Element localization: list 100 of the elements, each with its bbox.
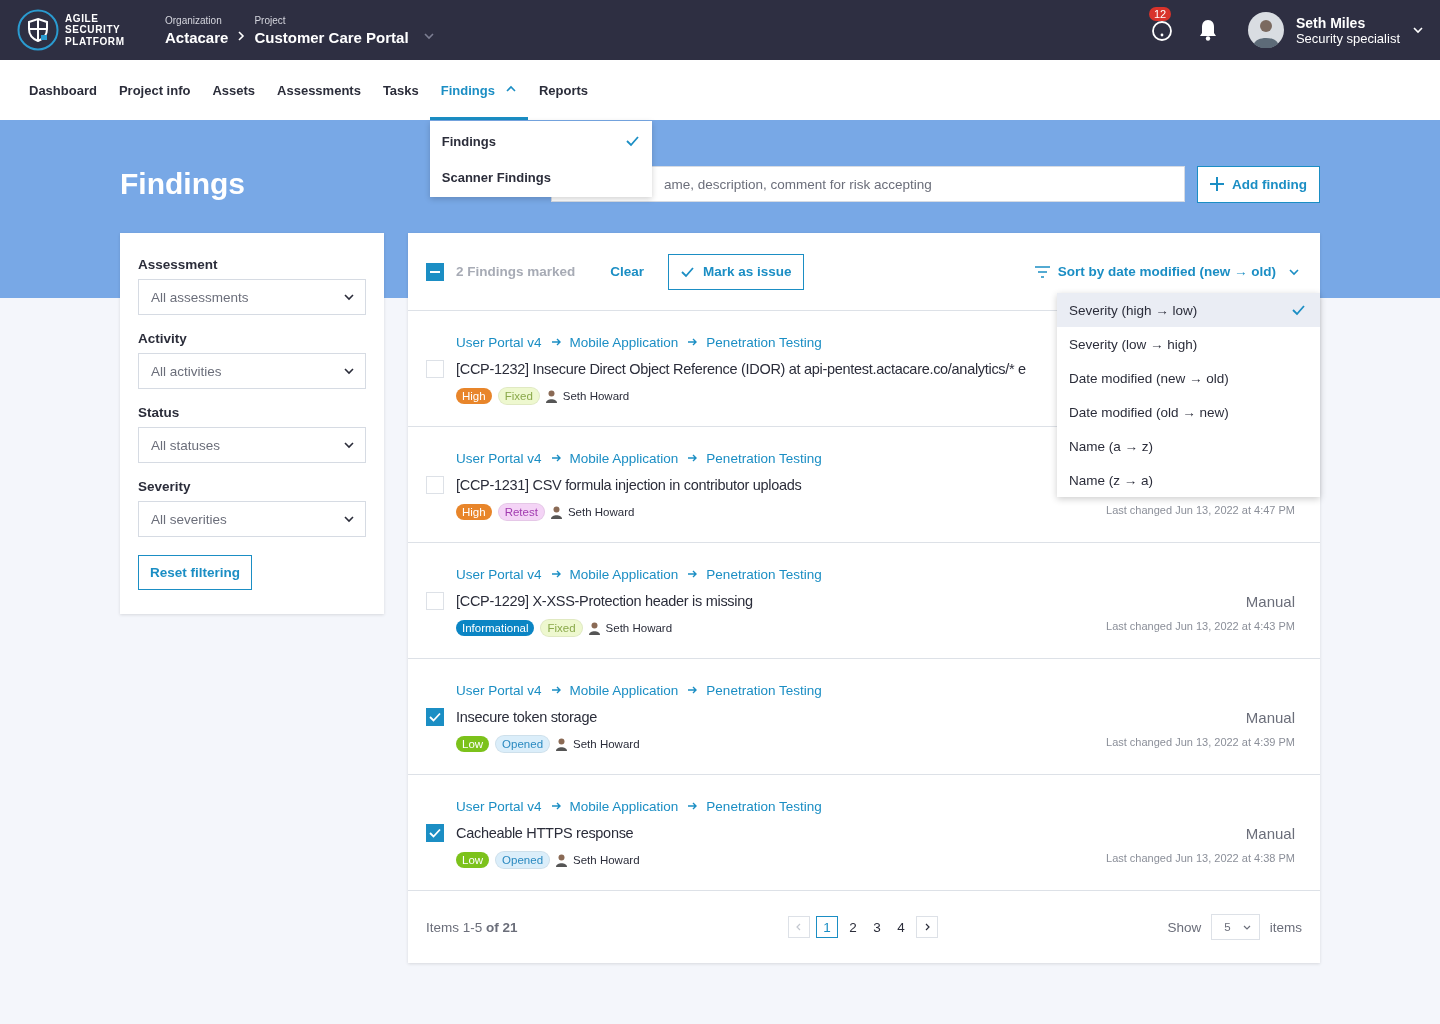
user-role: Security specialist xyxy=(1295,30,1400,46)
finding-title[interactable]: Insecure token storage xyxy=(456,709,1094,729)
assignee-name: Seth Howard xyxy=(567,506,635,518)
row-checkbox[interactable] xyxy=(426,708,444,726)
page-button[interactable]: 1 xyxy=(816,916,838,938)
nav-tab[interactable]: Tasks xyxy=(371,60,430,120)
chevron-down-icon xyxy=(343,513,355,525)
filter-icon xyxy=(1034,265,1050,278)
finding-title[interactable]: [CCP-1229] X-XSS-Protection header is missing xyxy=(456,593,1094,613)
notification-badge: 12 xyxy=(1148,7,1172,21)
breadcrumb-link[interactable]: Penetration Testing xyxy=(706,682,822,698)
show-label: Show xyxy=(1167,919,1202,935)
breadcrumb-link[interactable]: Penetration Testing xyxy=(706,334,822,350)
add-finding-button[interactable]: Add finding xyxy=(1197,165,1320,203)
clear-link[interactable]: Clear xyxy=(610,264,645,279)
check-icon xyxy=(1291,303,1306,317)
breadcrumb-link[interactable]: User Portal v4 xyxy=(456,798,542,814)
select-all-checkbox[interactable] xyxy=(426,262,444,281)
assignee-name: Seth Howard xyxy=(562,390,630,402)
status-tag: Opened xyxy=(495,851,551,869)
finding-type: Manual xyxy=(1245,593,1295,612)
sort-option[interactable]: Date modified (new → old) xyxy=(1057,361,1320,395)
nav-tab[interactable]: Dashboard xyxy=(18,60,108,120)
page-title: Findings xyxy=(120,167,245,201)
chevron-right-icon xyxy=(236,29,247,42)
breadcrumb-link[interactable]: Mobile Application xyxy=(569,334,679,350)
breadcrumb-link[interactable]: Actacare xyxy=(165,28,229,46)
sort-option[interactable]: Date modified (old → new) xyxy=(1057,395,1320,429)
person-icon xyxy=(550,505,562,519)
next-page-button[interactable] xyxy=(916,916,938,938)
filter-dropdown[interactable]: All activities xyxy=(138,353,366,389)
sort-option[interactable]: Severity (high → low) xyxy=(1057,293,1320,327)
filter-dropdown[interactable]: All statuses xyxy=(138,427,366,463)
avatar xyxy=(1247,12,1284,48)
shield-logo-icon xyxy=(17,9,59,51)
breadcrumb-link[interactable]: Penetration Testing xyxy=(706,566,822,582)
last-changed-date: Last changed Jun 13, 2022 at 4:39 PM xyxy=(1106,736,1295,748)
arrow-right-icon xyxy=(687,453,698,463)
brand-name: AGILE SECURITY PLATFORM xyxy=(65,12,126,48)
severity-tag: Informational xyxy=(456,620,535,636)
bell-icon[interactable] xyxy=(1197,19,1218,41)
filter-label: Activity xyxy=(138,331,188,346)
sort-option[interactable]: Name (z → a) xyxy=(1057,463,1320,497)
nav-tab[interactable]: Project info xyxy=(107,60,202,120)
mark-as-issue-button[interactable]: Mark as issue xyxy=(668,253,804,290)
arrow-right-icon xyxy=(687,569,698,579)
breadcrumb-link[interactable]: Penetration Testing xyxy=(706,798,822,814)
sort-option[interactable]: Name (a → z) xyxy=(1057,429,1320,463)
page-size-dropdown[interactable]: 5 xyxy=(1211,914,1260,940)
nav-tab[interactable]: Assets xyxy=(201,60,267,120)
chevron-down-icon xyxy=(1242,923,1251,931)
nav-tab[interactable]: Assessments xyxy=(266,60,372,120)
breadcrumb-link[interactable]: Penetration Testing xyxy=(706,450,822,466)
menu-item[interactable]: Findings xyxy=(429,123,652,159)
row-checkbox[interactable] xyxy=(426,824,444,842)
assignee-name: Seth Howard xyxy=(605,622,673,634)
alert-icon xyxy=(1149,18,1174,42)
breadcrumb-link[interactable]: Customer Care Portal xyxy=(254,28,409,46)
finding-type: Manual xyxy=(1245,709,1295,728)
page-button[interactable]: 3 xyxy=(868,916,886,938)
person-icon xyxy=(556,737,568,751)
person-icon xyxy=(556,853,568,867)
chevron-down-icon xyxy=(343,365,355,377)
filter-label: Assessment xyxy=(138,257,219,272)
breadcrumb-link[interactable]: User Portal v4 xyxy=(456,450,542,466)
filter-label: Status xyxy=(138,405,181,420)
breadcrumb-link[interactable]: User Portal v4 xyxy=(456,682,542,698)
minus-icon xyxy=(430,270,440,273)
sort-button[interactable]: Sort by date modified (new → old) xyxy=(1034,264,1300,279)
page-button[interactable]: 4 xyxy=(892,916,910,938)
breadcrumb-link[interactable]: Mobile Application xyxy=(569,798,679,814)
check-icon xyxy=(429,712,441,722)
filter-dropdown[interactable]: All severities xyxy=(138,501,366,537)
chevron-left-icon xyxy=(795,923,803,931)
assignee-name: Seth Howard xyxy=(573,738,640,750)
breadcrumb-label: Project xyxy=(254,14,287,26)
chevron-down-icon[interactable] xyxy=(1412,24,1424,36)
breadcrumb-link[interactable]: User Portal v4 xyxy=(456,334,542,350)
filter-dropdown[interactable]: All assessments xyxy=(138,279,366,315)
chevron-down-icon xyxy=(343,291,355,303)
breadcrumb-link[interactable]: Mobile Application xyxy=(569,682,679,698)
reset-filtering-button[interactable]: Reset filtering xyxy=(138,555,253,590)
status-tag: Retest xyxy=(497,503,545,521)
sort-option[interactable]: Severity (low → high) xyxy=(1057,327,1320,361)
breadcrumb-link[interactable]: Mobile Application xyxy=(569,566,679,582)
last-changed-date: Last changed Jun 13, 2022 at 4:38 PM xyxy=(1106,852,1295,864)
status-tag: Opened xyxy=(495,735,551,753)
breadcrumb-link[interactable]: User Portal v4 xyxy=(456,566,542,582)
page-button[interactable]: 2 xyxy=(844,916,862,938)
arrow-right-icon xyxy=(550,569,561,579)
person-icon xyxy=(545,389,557,403)
breadcrumb-link[interactable]: Mobile Application xyxy=(569,450,679,466)
finding-type: Manual xyxy=(1245,825,1295,844)
user-name: Seth Miles xyxy=(1295,14,1367,31)
severity-tag: High xyxy=(456,388,492,404)
person-icon xyxy=(588,621,600,635)
severity-tag: High xyxy=(456,504,492,520)
assignee-name: Seth Howard xyxy=(573,854,640,866)
nav-tab[interactable]: Reports xyxy=(527,60,600,120)
finding-title[interactable]: Cacheable HTTPS response xyxy=(456,825,1094,845)
